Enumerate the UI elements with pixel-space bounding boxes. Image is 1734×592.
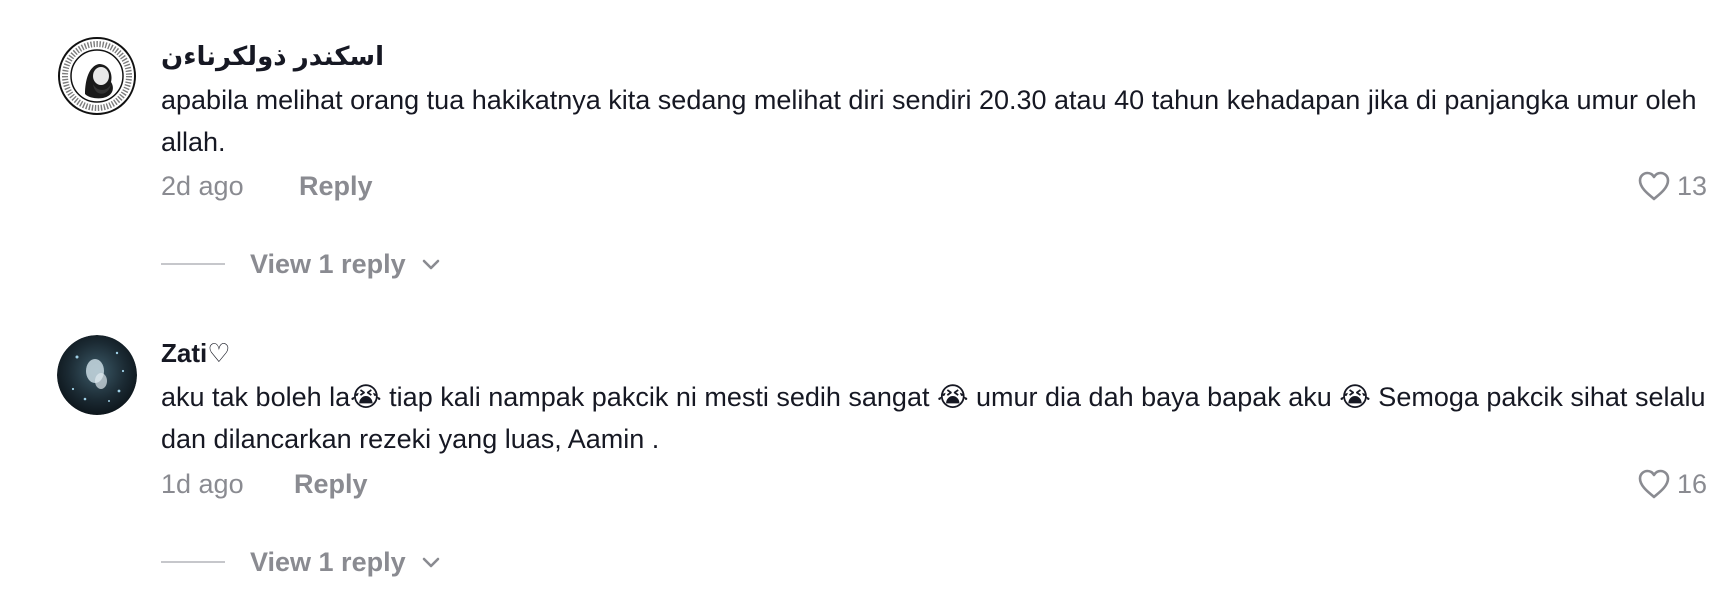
comment-timestamp: 1d ago <box>161 469 244 499</box>
view-replies-label: View 1 reply <box>250 547 406 577</box>
chevron-down-icon <box>422 259 439 270</box>
divider <box>161 561 225 563</box>
view-replies-button[interactable]: View 1 reply <box>161 544 442 580</box>
like-count: 16 <box>1676 469 1707 499</box>
reply-button[interactable]: Reply <box>294 466 368 502</box>
avatar[interactable] <box>57 335 137 415</box>
view-replies-label: View 1 reply <box>250 249 406 279</box>
like-button[interactable]: 13 <box>1637 168 1707 204</box>
reply-button[interactable]: Reply <box>299 168 373 204</box>
heart-outline-icon <box>1638 171 1670 201</box>
avatar[interactable] <box>57 36 137 116</box>
like-count: 13 <box>1676 171 1707 201</box>
divider <box>161 263 225 265</box>
photo-avatar-icon <box>57 335 137 415</box>
heart-outline-icon <box>1638 469 1670 499</box>
chevron-down-icon <box>422 557 439 568</box>
comment-username[interactable]: Zati♡ <box>161 337 231 369</box>
like-button[interactable]: 16 <box>1637 466 1707 502</box>
comment-username[interactable]: اسكندر ذولكرناءن <box>161 40 384 72</box>
view-replies-button[interactable]: View 1 reply <box>161 246 442 282</box>
comment-text: aku tak boleh la😭 tiap kali nampak pakci… <box>161 382 1706 454</box>
comment-timestamp: 2d ago <box>161 171 244 201</box>
logo-avatar-icon <box>57 36 137 116</box>
comment-text: apabila melihat orang tua hakikatnya kit… <box>161 85 1697 157</box>
